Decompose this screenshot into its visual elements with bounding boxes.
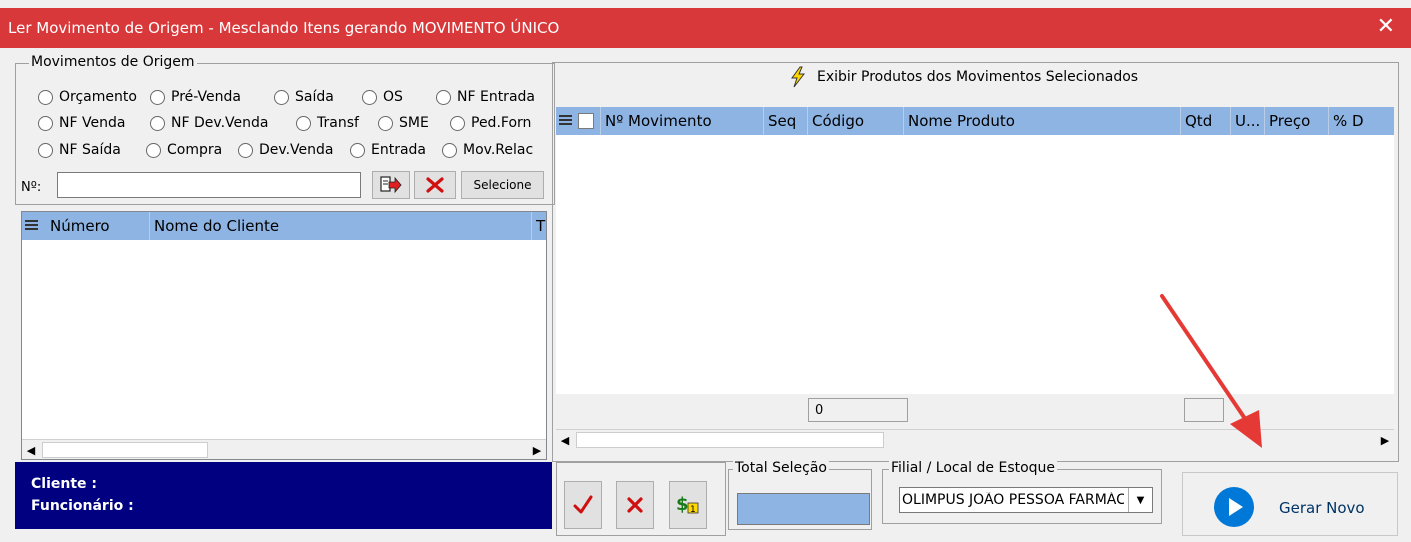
scroll-thumb[interactable] xyxy=(42,442,208,458)
column-menu[interactable] xyxy=(22,212,46,240)
column-qtd[interactable]: Qtd xyxy=(1181,107,1231,135)
column-menu-icon xyxy=(25,220,38,232)
play-icon xyxy=(1214,487,1254,527)
column-codigo[interactable]: Código xyxy=(808,107,904,135)
movimentos-origem-legend: Movimentos de Origem xyxy=(29,54,197,70)
dollar-icon: $ 1 xyxy=(676,494,699,515)
action-buttons-panel: $ 1 xyxy=(556,462,726,536)
column-nome-cliente[interactable]: Nome do Cliente xyxy=(150,212,532,240)
radio-ped-forn[interactable]: Ped.Forn xyxy=(450,113,554,133)
clear-button[interactable] xyxy=(414,171,456,199)
radio-nf-saida[interactable]: NF Saída xyxy=(38,140,146,160)
radio-sme[interactable]: SME xyxy=(378,113,450,133)
radio-circle xyxy=(378,115,393,131)
radio-circle xyxy=(442,142,457,158)
title-bar: Ler Movimento de Origem - Mesclando Iten… xyxy=(0,8,1411,48)
radio-circle xyxy=(350,142,365,158)
select-all-checkbox[interactable] xyxy=(578,113,594,129)
total-selecao-legend: Total Seleção xyxy=(733,460,829,476)
numero-label: Nº: xyxy=(21,180,42,195)
radio-mov-relac[interactable]: Mov.Relac xyxy=(442,140,554,160)
total-selecao-value xyxy=(737,493,870,525)
cancel-button[interactable] xyxy=(616,481,654,529)
column-unidade[interactable]: U... xyxy=(1231,107,1265,135)
exibir-produtos-label: Exibir Produtos dos Movimentos Seleciona… xyxy=(817,69,1139,85)
exibir-produtos-button[interactable]: Exibir Produtos dos Movimentos Seleciona… xyxy=(789,66,1138,88)
svg-text:$: $ xyxy=(676,494,689,515)
radio-os[interactable]: OS xyxy=(362,87,416,107)
filial-legend: Filial / Local de Estoque xyxy=(889,460,1058,476)
gerar-novo-button[interactable]: Gerar Novo xyxy=(1182,472,1398,536)
close-icon[interactable]: ✕ xyxy=(1377,14,1395,40)
radio-compra[interactable]: Compra xyxy=(146,140,238,160)
column-desconto[interactable]: % D xyxy=(1329,107,1394,135)
red-x-icon xyxy=(627,497,643,513)
radio-circle xyxy=(146,142,161,158)
total-selecao-group xyxy=(728,469,872,530)
import-arrow-icon xyxy=(380,176,402,194)
radio-circle xyxy=(450,115,465,131)
left-horizontal-scrollbar[interactable]: ◀ ▶ xyxy=(22,439,546,459)
selecione-button[interactable]: Selecione xyxy=(461,171,544,199)
red-x-icon xyxy=(426,177,444,193)
column-t[interactable]: T xyxy=(532,212,546,240)
info-panel: Cliente : Funcionário : xyxy=(15,462,552,529)
annotation-arrow-icon xyxy=(1160,294,1262,448)
radio-nf-venda[interactable]: NF Venda xyxy=(38,113,150,133)
radio-pre-venda[interactable]: Pré-Venda xyxy=(150,87,270,107)
column-seq[interactable]: Seq xyxy=(764,107,808,135)
lightning-icon xyxy=(791,66,806,88)
filial-selected-value: OLIMPUS JOÃO PESSOA FARMÁCIA xyxy=(902,492,1124,508)
checkmark-icon xyxy=(573,495,593,514)
column-n-movimento[interactable]: Nº Movimento xyxy=(600,107,764,135)
scroll-right-arrow-icon[interactable]: ▶ xyxy=(1376,430,1394,450)
produtos-grid-header: Nº Movimento Seq Código Nome Produto Qtd… xyxy=(556,107,1394,135)
footer-total-cell: 0 xyxy=(808,398,908,422)
price-button[interactable]: $ 1 xyxy=(669,481,707,529)
radio-transf[interactable]: Transf xyxy=(296,113,378,133)
column-preco[interactable]: Preço xyxy=(1265,107,1329,135)
radio-circle xyxy=(150,89,165,105)
cliente-label: Cliente : xyxy=(31,476,97,492)
radio-circle xyxy=(150,115,165,131)
radio-circle xyxy=(38,89,53,105)
confirm-button[interactable] xyxy=(564,481,602,529)
radio-saida[interactable]: Saída xyxy=(274,87,358,107)
filial-select[interactable]: OLIMPUS JOÃO PESSOA FARMÁCIA ▼ xyxy=(899,487,1153,513)
radio-circle xyxy=(296,115,311,131)
funcionario-label: Funcionário : xyxy=(31,498,134,514)
radio-circle xyxy=(274,89,289,105)
scroll-left-arrow-icon[interactable]: ◀ xyxy=(556,430,574,450)
scroll-thumb[interactable] xyxy=(576,432,884,448)
numero-input[interactable] xyxy=(57,172,361,198)
radio-orcamento[interactable]: Orçamento xyxy=(38,87,150,107)
radio-dev-venda[interactable]: Dev.Venda xyxy=(238,140,350,160)
svg-text:1: 1 xyxy=(690,505,696,515)
filial-group: OLIMPUS JOÃO PESSOA FARMÁCIA ▼ xyxy=(882,469,1162,524)
window-title: Ler Movimento de Origem - Mesclando Iten… xyxy=(8,19,560,37)
radio-circle xyxy=(362,89,377,105)
dropdown-arrow-icon[interactable]: ▼ xyxy=(1128,488,1152,512)
radio-circle xyxy=(238,142,253,158)
radio-circle xyxy=(436,89,451,105)
movimentos-grid-header: Número Nome do Cliente T xyxy=(22,212,546,240)
radio-circle xyxy=(38,142,53,158)
scroll-left-arrow-icon[interactable]: ◀ xyxy=(22,440,40,460)
radio-nf-entrada[interactable]: NF Entrada xyxy=(436,87,554,107)
movimentos-grid: Número Nome do Cliente T ◀ ▶ xyxy=(21,211,547,460)
column-nome-produto[interactable]: Nome Produto xyxy=(904,107,1181,135)
radio-circle xyxy=(38,115,53,131)
column-menu-icon xyxy=(559,115,572,127)
radio-entrada[interactable]: Entrada xyxy=(350,140,442,160)
gerar-novo-label: Gerar Novo xyxy=(1279,499,1365,517)
column-menu[interactable] xyxy=(556,107,576,135)
scroll-right-arrow-icon[interactable]: ▶ xyxy=(528,440,546,460)
radio-nf-dev-venda[interactable]: NF Dev.Venda xyxy=(150,113,296,133)
column-numero[interactable]: Número xyxy=(46,212,150,240)
import-button[interactable] xyxy=(372,171,410,199)
